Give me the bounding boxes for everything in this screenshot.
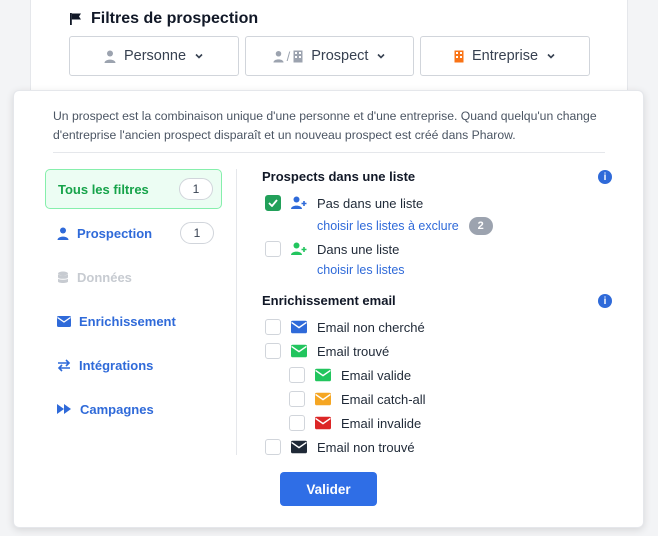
option-label: Pas dans une liste — [317, 195, 424, 211]
person-plus-icon — [291, 242, 307, 255]
divider — [53, 152, 605, 153]
link-text[interactable]: choisir les listes — [317, 263, 405, 277]
swap-arrows-icon — [57, 358, 71, 372]
option-label: Email invalide — [341, 415, 422, 431]
person-plus-icon — [291, 196, 307, 209]
building-icon — [454, 50, 464, 62]
option-email-invalid[interactable]: Email invalide — [289, 415, 421, 431]
person-icon — [57, 227, 69, 240]
choose-lists-link[interactable]: choisir les listes — [317, 263, 405, 277]
envelope-icon — [315, 416, 331, 430]
sidebar-item-campagnes[interactable]: Campagnes — [45, 389, 222, 429]
fast-forward-icon — [57, 404, 71, 414]
person-icon — [273, 50, 284, 62]
envelope-icon — [291, 344, 307, 358]
option-email-valid[interactable]: Email valide — [289, 367, 411, 383]
chevron-down-icon — [377, 53, 385, 59]
option-email-not-found[interactable]: Email non trouvé — [265, 439, 415, 455]
checkbox[interactable] — [265, 439, 281, 455]
checkbox[interactable] — [289, 391, 305, 407]
section-title-lists: Prospects dans une liste — [262, 169, 416, 184]
option-label: Email non cherché — [317, 319, 425, 335]
option-label: Email valide — [341, 367, 412, 383]
tab-prospect[interactable]: / Prospect — [245, 36, 414, 76]
option-label: Email catch-all — [341, 391, 426, 407]
option-not-in-list[interactable]: Pas dans une liste — [265, 195, 423, 211]
filter-count-badge: 1 — [179, 178, 213, 200]
page-title: Filtres de prospection — [69, 10, 258, 28]
tab-prefix: / — [286, 48, 291, 64]
sidebar-item-label: Données — [77, 269, 132, 285]
sidebar-item-prospection[interactable]: Prospection 1 — [45, 213, 222, 253]
option-label: Dans une liste — [317, 241, 400, 257]
option-email-catch-all[interactable]: Email catch-all — [289, 391, 426, 407]
envelope-icon — [291, 320, 307, 334]
checkbox[interactable] — [265, 319, 281, 335]
sidebar-item-all-filters[interactable]: Tous les filtres 1 — [45, 169, 222, 209]
sidebar-item-label: Intégrations — [79, 357, 154, 373]
envelope-icon — [57, 315, 71, 327]
link-text[interactable]: choisir les listes à exclure — [317, 219, 459, 233]
choose-excluded-lists-link[interactable]: choisir les listes à exclure 2 — [317, 217, 493, 235]
checkbox-checked[interactable] — [265, 195, 281, 211]
sidebar-item-label: Tous les filtres — [58, 181, 149, 197]
section-title-email: Enrichissement email — [262, 293, 396, 308]
count-badge: 2 — [468, 217, 493, 235]
info-icon[interactable]: i — [598, 294, 612, 308]
tab-personne[interactable]: Personne — [69, 36, 239, 76]
tab-entreprise[interactable]: Entreprise — [420, 36, 590, 76]
prospect-filter-panel: Un prospect est la combinaison unique d'… — [13, 90, 644, 528]
option-email-found[interactable]: Email trouvé — [265, 343, 389, 359]
checkbox[interactable] — [289, 415, 305, 431]
checkbox[interactable] — [265, 241, 281, 257]
envelope-icon — [315, 392, 331, 406]
panel-description: Un prospect est la combinaison unique d'… — [53, 109, 597, 142]
validate-button[interactable]: Valider — [280, 472, 377, 506]
info-icon[interactable]: i — [598, 170, 612, 184]
envelope-icon — [291, 440, 307, 454]
person-icon — [104, 50, 116, 63]
filter-count-badge: 1 — [180, 222, 214, 244]
chevron-down-icon — [547, 53, 555, 59]
envelope-icon — [315, 368, 331, 382]
sidebar-item-label: Prospection — [77, 225, 153, 241]
option-label: Email non trouvé — [317, 439, 415, 455]
sidebar-item-donnees: Données — [45, 257, 222, 297]
sidebar-item-label: Enrichissement — [79, 313, 176, 329]
database-icon — [57, 271, 69, 283]
option-email-not-searched[interactable]: Email non cherché — [265, 319, 425, 335]
option-label: Email trouvé — [317, 343, 390, 359]
option-in-list[interactable]: Dans une liste — [265, 241, 399, 257]
divider — [236, 169, 237, 455]
sidebar-item-label: Campagnes — [80, 401, 154, 417]
sidebar-item-enrichissement[interactable]: Enrichissement — [45, 301, 222, 341]
checkbox[interactable] — [265, 343, 281, 359]
building-icon — [293, 50, 303, 62]
sidebar-item-integrations[interactable]: Intégrations — [45, 345, 222, 385]
checkbox[interactable] — [289, 367, 305, 383]
checkmark-icon — [268, 199, 278, 207]
flag-icon — [70, 13, 81, 25]
chevron-down-icon — [195, 53, 203, 59]
